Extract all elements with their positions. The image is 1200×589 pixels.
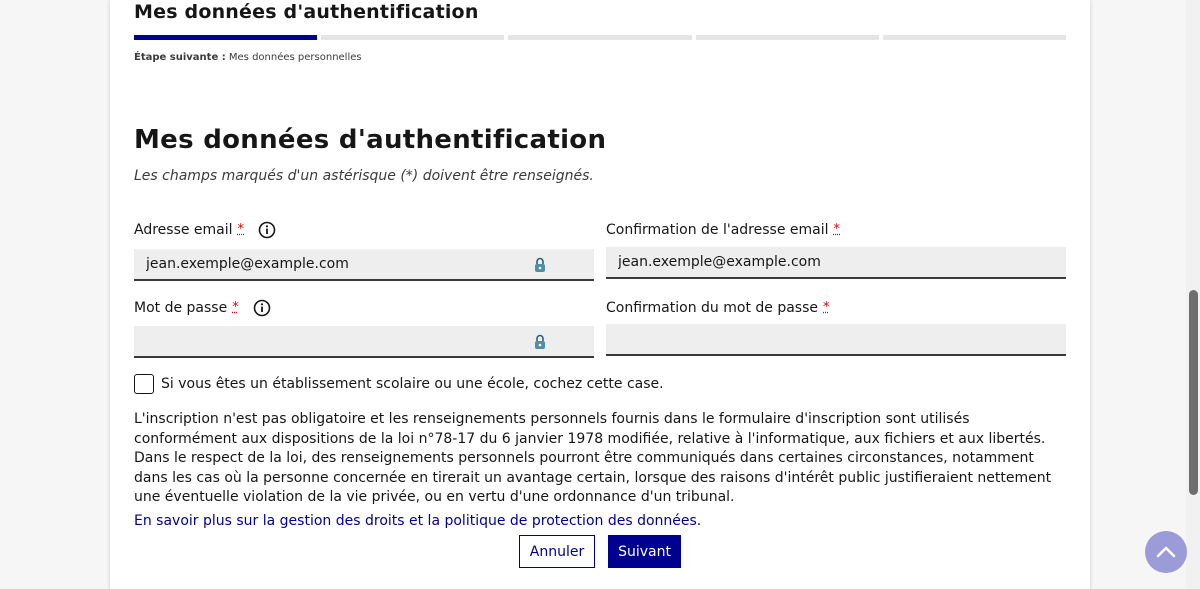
stepper-title: Mes données d'authentification xyxy=(134,1,479,23)
step-1 xyxy=(134,35,318,40)
password-manager-icon[interactable] xyxy=(532,333,548,351)
email-confirm-label: Confirmation de l'adresse email * xyxy=(606,220,840,240)
step-5 xyxy=(882,35,1067,40)
next-button[interactable]: Suivant xyxy=(608,535,681,568)
required-marker: * xyxy=(823,300,830,315)
school-checkbox-row: Si vous êtes un établissement scolaire o… xyxy=(134,374,664,394)
email-confirm-label-text: Confirmation de l'adresse email xyxy=(606,222,829,238)
email-label-text: Adresse email xyxy=(134,222,233,238)
page-title: Mes données d'authentification xyxy=(134,125,607,155)
password-input[interactable] xyxy=(134,326,594,358)
password-label-text: Mot de passe xyxy=(134,300,228,316)
form-card: Mes données d'authentification Étape sui… xyxy=(110,0,1090,589)
cancel-button[interactable]: Annuler xyxy=(519,535,595,568)
step-2 xyxy=(321,35,505,40)
legal-notice: L'inscription n'est pas obligatoire et l… xyxy=(134,411,1052,506)
email-input[interactable] xyxy=(134,249,594,281)
next-step-value: Mes données personnelles xyxy=(228,52,362,63)
data-protection-link[interactable]: En savoir plus sur la gestion des droits… xyxy=(134,513,701,529)
email-label: Adresse email * xyxy=(134,220,276,240)
info-icon[interactable] xyxy=(253,299,271,317)
required-marker: * xyxy=(237,222,245,237)
scrollbar-thumb[interactable] xyxy=(1189,290,1198,495)
page-scrollbar[interactable] xyxy=(1186,0,1200,589)
next-step-label: Étape suivante : xyxy=(134,52,226,63)
password-manager-icon[interactable] xyxy=(532,256,548,274)
next-step-details: Étape suivante : Mes données personnelle… xyxy=(134,52,362,63)
password-confirm-label: Confirmation du mot de passe * xyxy=(606,298,830,318)
stepper-progress xyxy=(134,35,1067,40)
required-hint: Les champs marqués d'un astérisque (*) d… xyxy=(134,168,594,184)
password-label: Mot de passe * xyxy=(134,298,271,318)
info-icon[interactable] xyxy=(258,221,276,239)
back-to-top-button[interactable] xyxy=(1145,531,1187,573)
email-confirm-input[interactable] xyxy=(606,247,1066,279)
school-checkbox[interactable] xyxy=(134,374,154,394)
required-marker: * xyxy=(833,222,841,237)
required-marker: * xyxy=(232,300,239,315)
step-3 xyxy=(508,35,692,40)
school-checkbox-label[interactable]: Si vous êtes un établissement scolaire o… xyxy=(161,376,664,392)
password-confirm-input[interactable] xyxy=(606,324,1066,356)
step-4 xyxy=(695,35,879,40)
chevron-up-icon xyxy=(1156,543,1176,562)
password-confirm-label-text: Confirmation du mot de passe xyxy=(606,300,818,316)
